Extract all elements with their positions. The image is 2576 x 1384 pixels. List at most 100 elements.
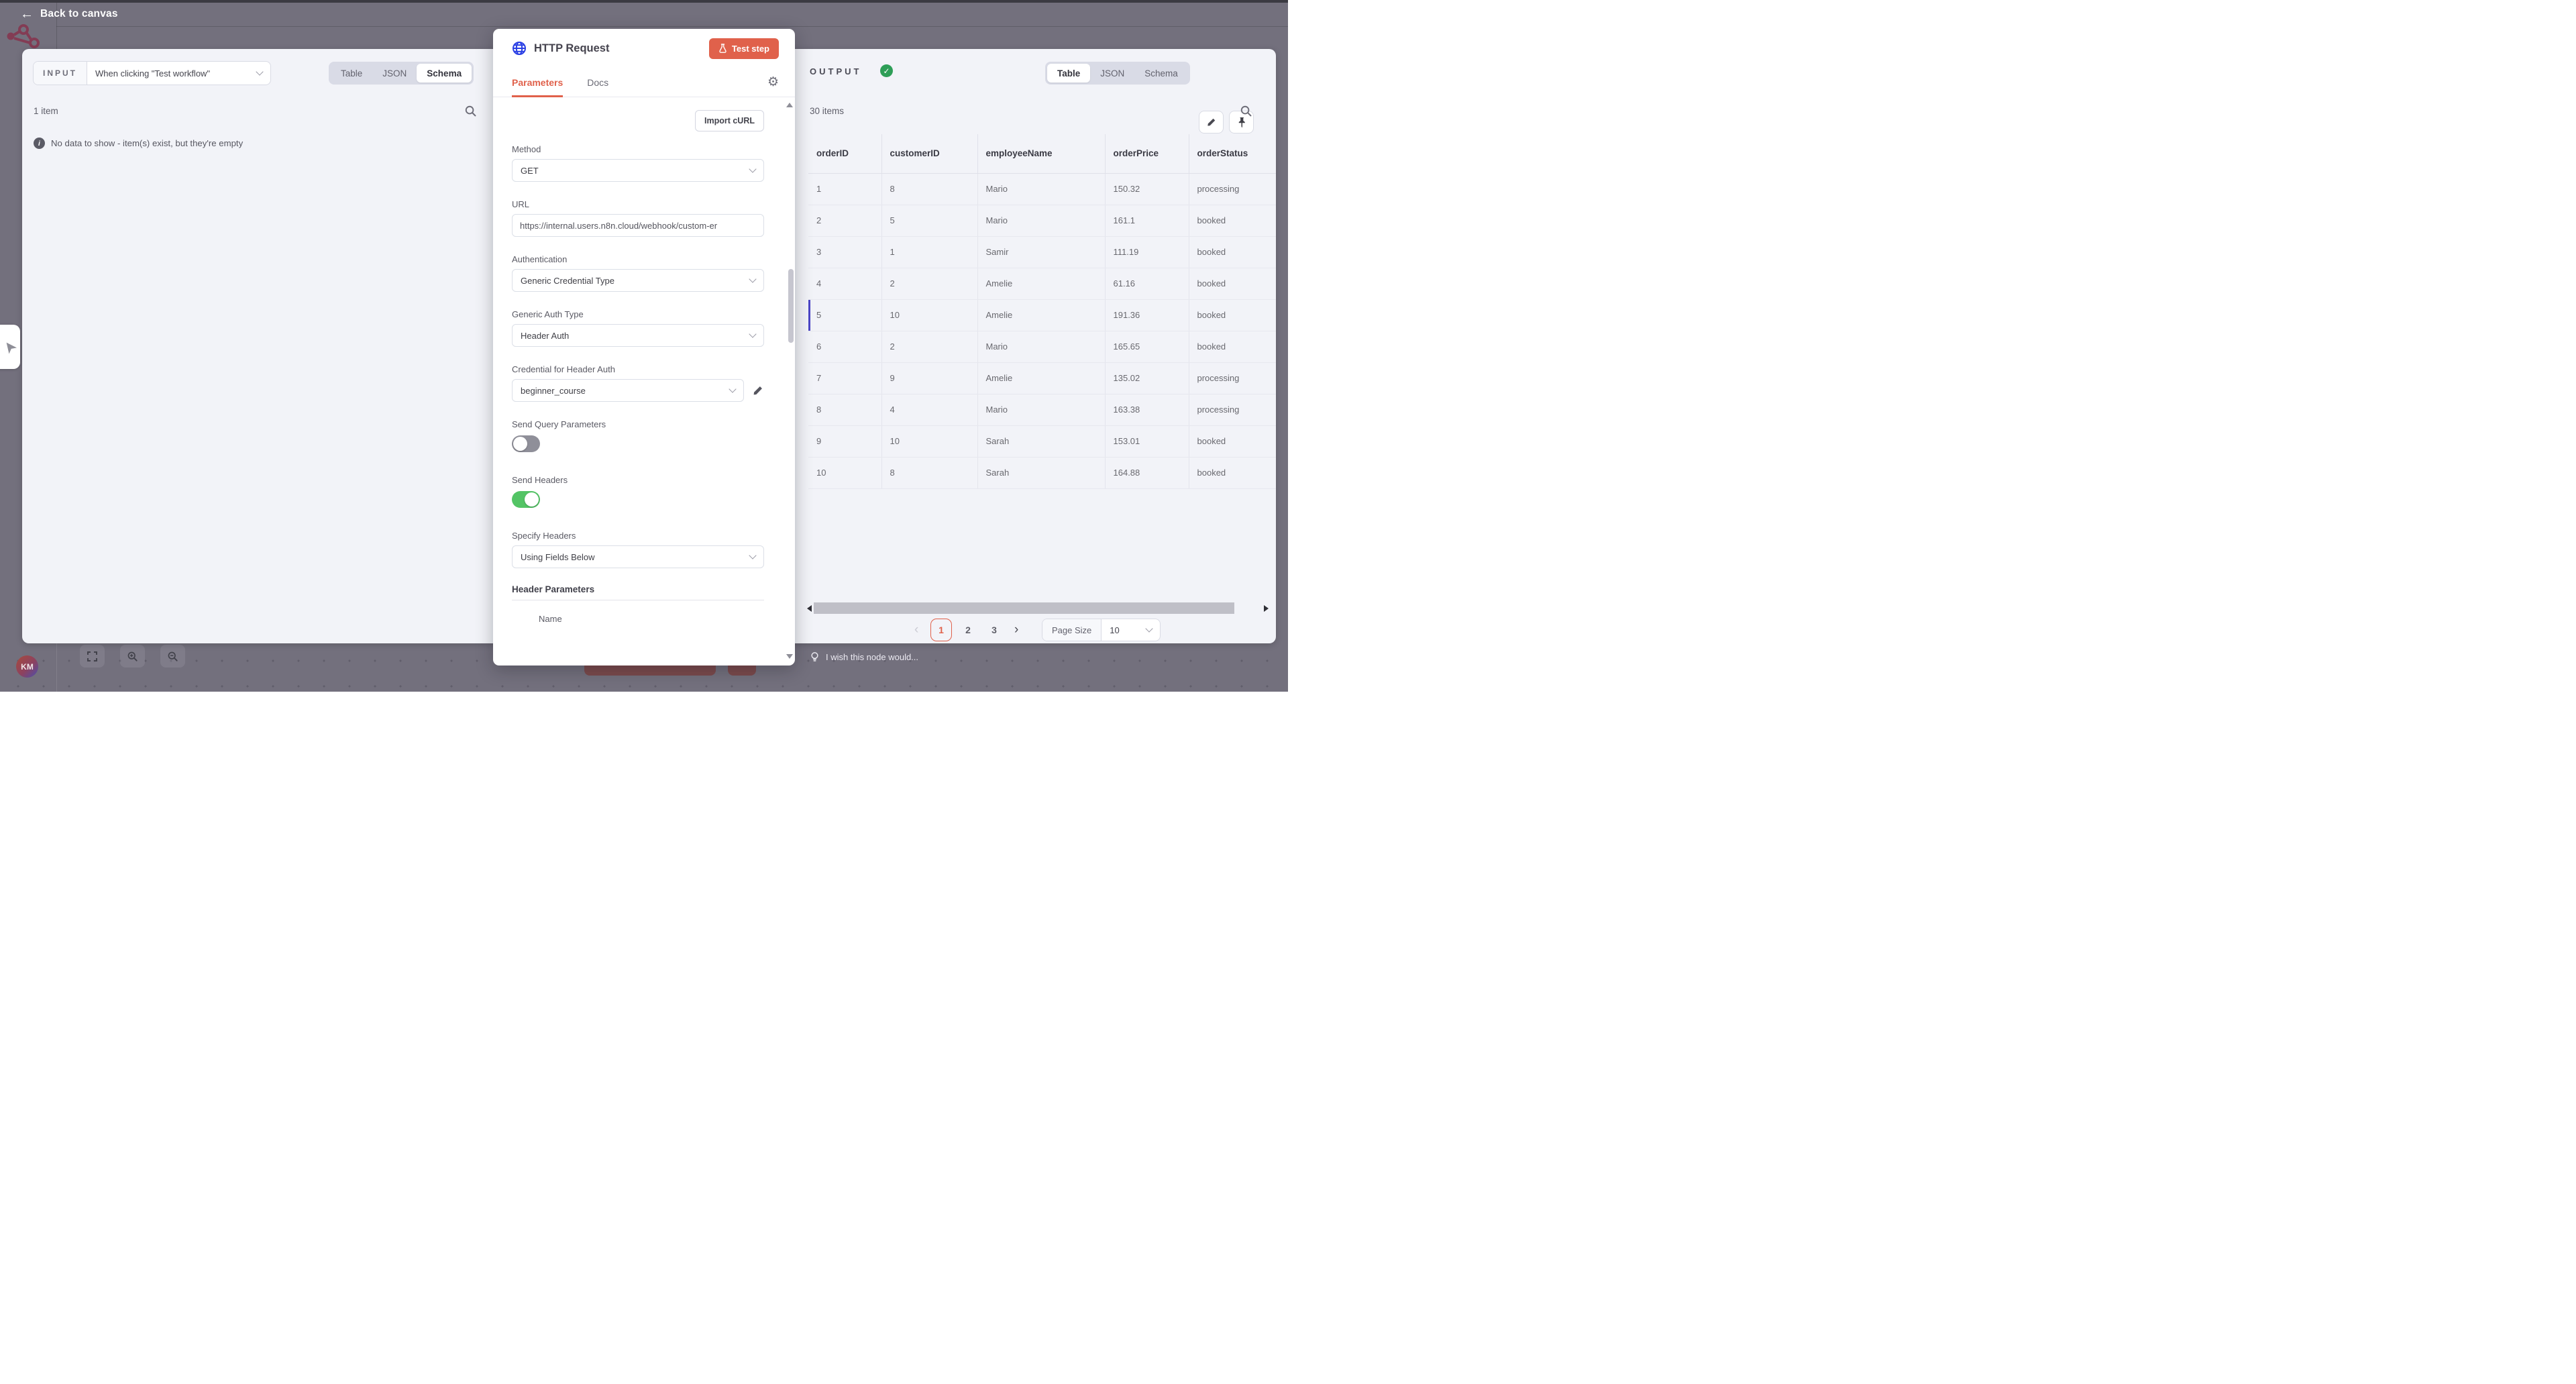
zoom-in-icon: [127, 651, 138, 662]
generic-auth-type-select[interactable]: Header Auth: [512, 324, 764, 347]
cell: 153.01: [1105, 425, 1189, 457]
chevron-down-icon: [749, 165, 756, 172]
zoom-in-button[interactable]: [120, 645, 145, 668]
import-curl-button[interactable]: Import cURL: [695, 110, 764, 131]
page-next-button[interactable]: ›: [1014, 622, 1018, 638]
cell: 163.38: [1105, 394, 1189, 425]
method-select[interactable]: GET: [512, 159, 764, 182]
input-run-select-value: When clicking "Test workflow": [95, 68, 250, 78]
zoom-out-button[interactable]: [160, 645, 185, 668]
modal-scroll-thumb[interactable]: [788, 269, 794, 343]
node-feedback-link[interactable]: I wish this node would...: [810, 651, 918, 663]
cell: 7: [808, 362, 881, 394]
http-request-panel: HTTP Request Test step Parameters Docs ⚙…: [493, 29, 795, 666]
output-search-icon[interactable]: [1240, 105, 1252, 117]
input-search-icon[interactable]: [464, 105, 477, 117]
cell: 10: [881, 425, 977, 457]
credential-select[interactable]: beginner_course: [512, 379, 744, 402]
cell: processing: [1189, 362, 1276, 394]
page-size-label: Page Size: [1042, 619, 1102, 641]
input-tab-schema[interactable]: Schema: [417, 64, 472, 83]
input-run-selector[interactable]: INPUT When clicking "Test workflow": [33, 61, 271, 85]
header-param-name-label: Name: [539, 614, 764, 624]
hscroll-thumb[interactable]: [814, 602, 1234, 614]
authentication-select[interactable]: Generic Credential Type: [512, 269, 764, 292]
cell: 3: [808, 236, 881, 268]
tab-docs[interactable]: Docs: [587, 68, 608, 97]
page-button-3[interactable]: 3: [986, 619, 1002, 641]
col-orderPrice[interactable]: orderPrice: [1105, 134, 1189, 173]
tab-parameters[interactable]: Parameters: [512, 68, 563, 97]
modal-scroll-up-arrow[interactable]: [786, 103, 793, 107]
test-step-button[interactable]: Test step: [709, 38, 779, 59]
page-size-control[interactable]: Page Size 10: [1042, 619, 1161, 641]
page-button-1[interactable]: 1: [930, 619, 952, 641]
chevron-down-icon: [749, 275, 756, 282]
input-tab-json[interactable]: JSON: [372, 64, 417, 83]
cell: booked: [1189, 268, 1276, 299]
n8n-node-detail-view: ← Back to canvas INPUT When clicking "Te…: [0, 0, 1288, 692]
cell: 2: [808, 205, 881, 236]
output-tab-json[interactable]: JSON: [1090, 64, 1134, 83]
edit-credential-pencil-icon[interactable]: [752, 384, 764, 396]
header-parameters-title: Header Parameters: [512, 584, 764, 594]
credential-label: Credential for Header Auth: [512, 364, 764, 374]
send-headers-toggle[interactable]: [512, 491, 540, 508]
hscroll-left-arrow[interactable]: [807, 605, 812, 612]
modal-scroll-down-arrow[interactable]: [786, 654, 793, 659]
cell: Mario: [977, 394, 1105, 425]
success-check-icon: ✓: [880, 64, 893, 77]
cell: 61.16: [1105, 268, 1189, 299]
hscroll-right-arrow[interactable]: [1264, 605, 1269, 612]
send-query-toggle[interactable]: [512, 435, 540, 452]
cell: booked: [1189, 457, 1276, 488]
cell: 8: [881, 173, 977, 205]
node-tabs: Parameters Docs ⚙: [493, 68, 795, 97]
output-table: orderID customerID employeeName orderPri…: [808, 134, 1276, 489]
table-row-selected: 510Amelie191.36booked: [808, 299, 1276, 331]
col-customerID[interactable]: customerID: [881, 134, 977, 173]
canvas-cursor-button[interactable]: ➤: [0, 325, 20, 369]
col-orderID[interactable]: orderID: [808, 134, 881, 173]
toggle-knob: [525, 492, 539, 507]
back-arrow-icon: ←: [20, 7, 34, 21]
avatar[interactable]: KM: [16, 655, 38, 678]
input-empty-state: i No data to show - item(s) exist, but t…: [34, 138, 243, 149]
method-label: Method: [512, 144, 764, 154]
cell: 164.88: [1105, 457, 1189, 488]
cell: 10: [881, 299, 977, 331]
cell: 6: [808, 331, 881, 362]
cell: 9: [808, 425, 881, 457]
back-to-canvas-button[interactable]: ← Back to canvas: [20, 7, 118, 21]
authentication-value: Generic Credential Type: [521, 276, 750, 286]
col-employeeName[interactable]: employeeName: [977, 134, 1105, 173]
cell: 8: [808, 394, 881, 425]
edit-output-button[interactable]: [1199, 111, 1224, 134]
cell: Amelie: [977, 268, 1105, 299]
cell: 10: [808, 457, 881, 488]
cell: 4: [881, 394, 977, 425]
url-label: URL: [512, 199, 764, 209]
node-header: HTTP Request Test step: [493, 29, 795, 68]
input-run-select[interactable]: When clicking "Test workflow": [87, 62, 270, 85]
col-orderStatus[interactable]: orderStatus: [1189, 134, 1276, 173]
table-row: 108Sarah164.88booked: [808, 457, 1276, 488]
fit-view-button[interactable]: [80, 645, 105, 668]
cell: 2: [881, 268, 977, 299]
gear-icon[interactable]: ⚙: [767, 74, 779, 90]
input-tab-table[interactable]: Table: [331, 64, 372, 83]
method-value: GET: [521, 166, 750, 176]
node-title: HTTP Request: [534, 42, 709, 55]
cell: processing: [1189, 394, 1276, 425]
page-prev-button[interactable]: ‹: [914, 622, 918, 638]
specify-headers-select[interactable]: Using Fields Below: [512, 545, 764, 568]
table-row: 62Mario165.65booked: [808, 331, 1276, 362]
output-tab-schema[interactable]: Schema: [1134, 64, 1188, 83]
page-button-2[interactable]: 2: [960, 619, 976, 641]
page-size-select[interactable]: 10: [1102, 619, 1160, 641]
table-row: 31Samir111.19booked: [808, 236, 1276, 268]
output-tab-table[interactable]: Table: [1047, 64, 1090, 83]
cell: Sarah: [977, 457, 1105, 488]
cell: Mario: [977, 173, 1105, 205]
url-input[interactable]: [512, 214, 764, 237]
